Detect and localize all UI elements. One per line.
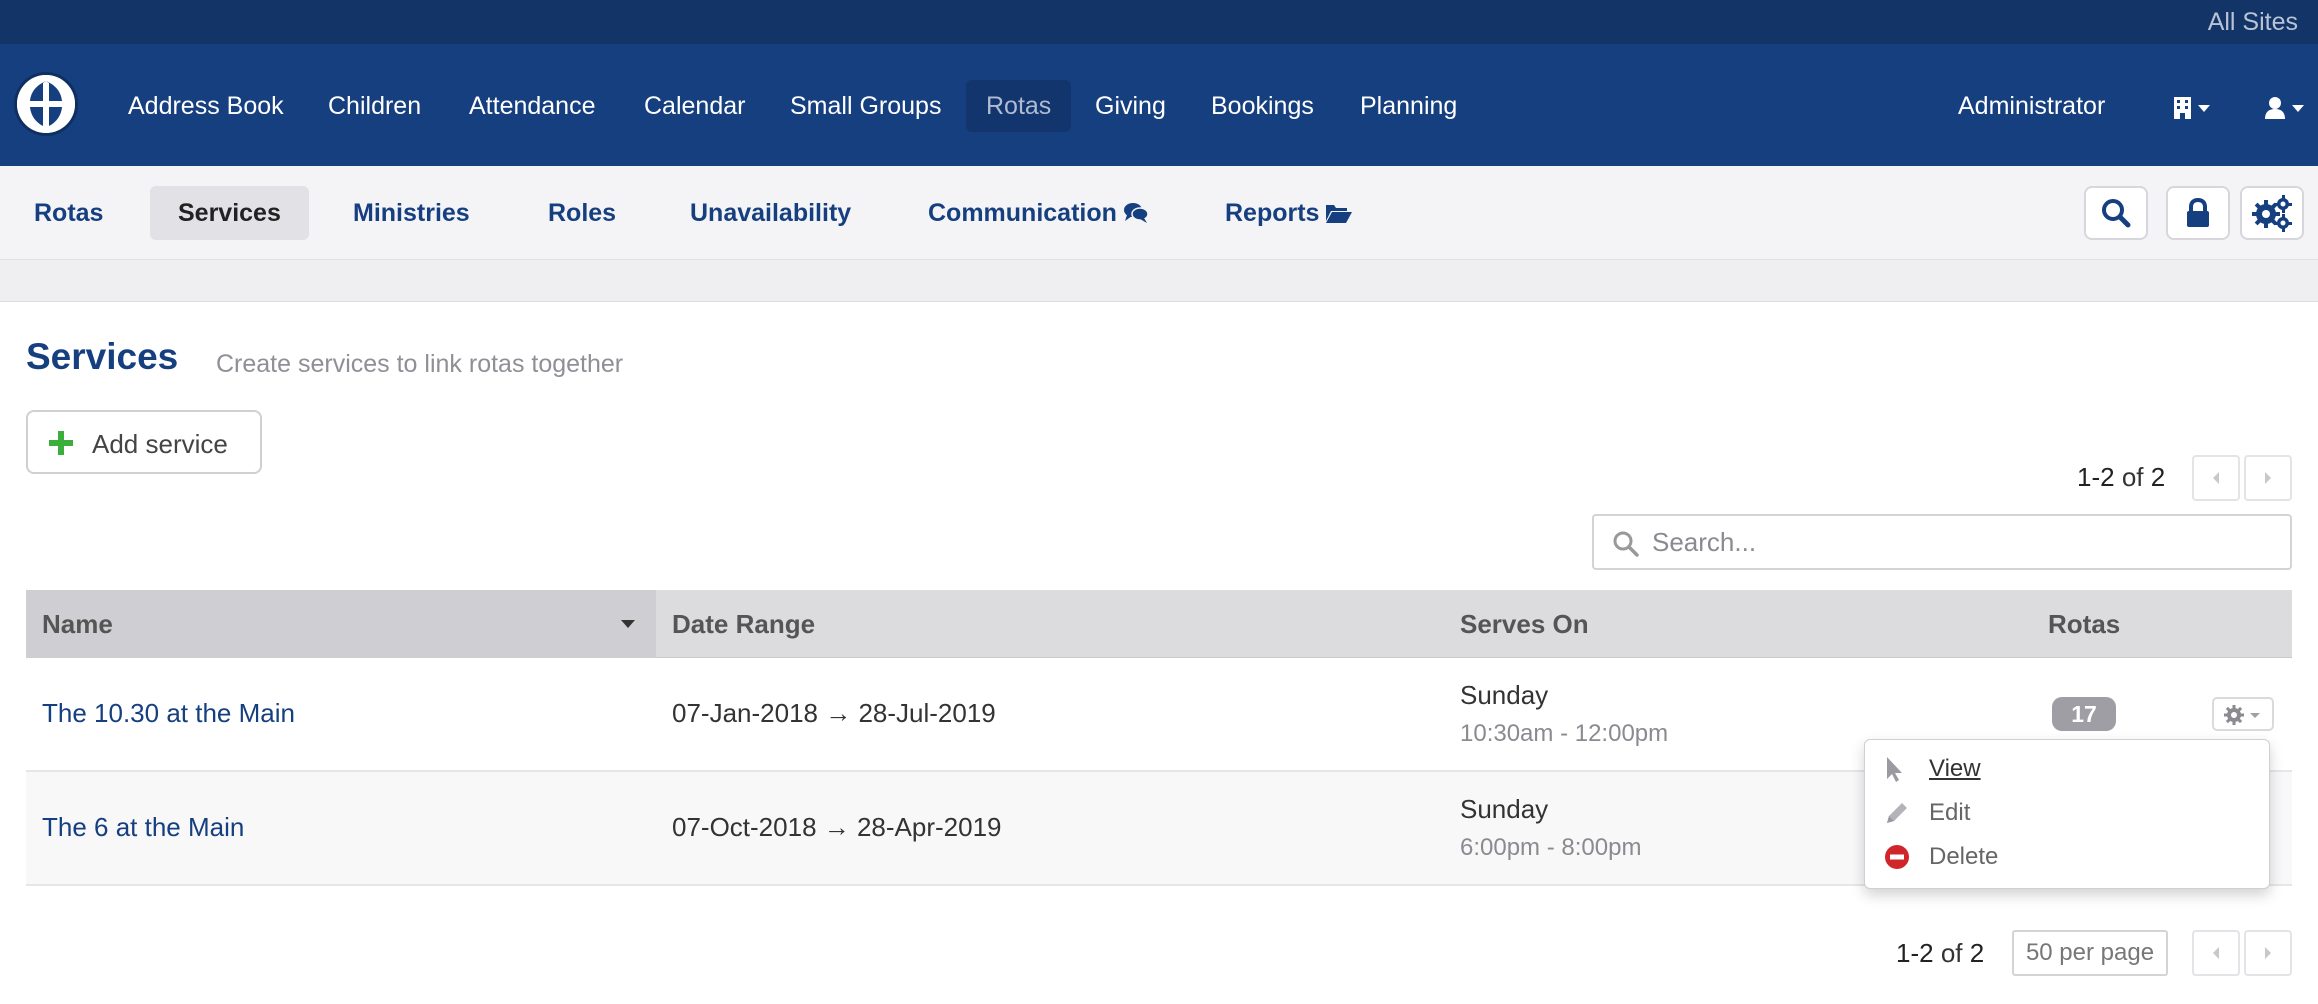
search-icon bbox=[2102, 199, 2131, 228]
per-page-select[interactable]: 50 per page bbox=[2012, 930, 2168, 976]
menu-item-delete[interactable]: Delete bbox=[1865, 837, 2269, 877]
minus-circle-icon bbox=[1885, 845, 1909, 869]
caret-right-icon bbox=[2265, 472, 2271, 484]
pager-top-next-button[interactable] bbox=[2244, 455, 2292, 501]
search-input[interactable] bbox=[1652, 522, 2272, 562]
pager-top-total: 2 bbox=[2150, 462, 2166, 492]
nav-giving[interactable]: Giving bbox=[1075, 80, 1186, 132]
gear-icon bbox=[2224, 705, 2260, 725]
subnav-roles[interactable]: Roles bbox=[520, 186, 644, 240]
sort-down-icon bbox=[621, 620, 635, 628]
plus-icon bbox=[49, 431, 73, 455]
all-sites-link[interactable]: All Sites bbox=[2208, 8, 2298, 37]
column-header-rotas[interactable]: Rotas bbox=[2048, 590, 2120, 658]
nav-bookings[interactable]: Bookings bbox=[1191, 80, 1334, 132]
comments-icon bbox=[1123, 203, 1149, 223]
subnav-reports[interactable]: Reports bbox=[1197, 186, 1381, 240]
pager-bottom-summary: 1-2 of 2 bbox=[1896, 938, 1984, 969]
subnav-communication[interactable]: Communication bbox=[900, 186, 1177, 240]
pencil-icon bbox=[1887, 803, 1907, 823]
subnav-reports-label: Reports bbox=[1225, 199, 1320, 227]
subnav-communication-label: Communication bbox=[928, 199, 1117, 227]
column-header-serves-on[interactable]: Serves On bbox=[1460, 590, 1589, 658]
pointer-icon bbox=[1887, 757, 1902, 782]
sub-navigation: Rotas Services Ministries Roles Unavaila… bbox=[0, 166, 2318, 260]
service-name-link[interactable]: The 6 at the Main bbox=[42, 812, 244, 843]
pager-bottom-range: 1-2 bbox=[1896, 938, 1934, 968]
serves-on-day: Sunday bbox=[1460, 794, 1549, 824]
pager-top-range: 1-2 bbox=[2077, 462, 2115, 492]
menu-item-edit[interactable]: Edit bbox=[1865, 793, 2269, 833]
lock-icon bbox=[2187, 198, 2209, 227]
cogs-icon bbox=[2252, 195, 2292, 232]
nav-small-groups[interactable]: Small Groups bbox=[770, 80, 961, 132]
pager-top-of: of bbox=[2121, 462, 2144, 492]
building-icon[interactable] bbox=[2172, 96, 2214, 120]
add-service-label: Add service bbox=[92, 429, 228, 459]
serves-on-day: Sunday bbox=[1460, 680, 1549, 710]
column-header-name[interactable]: Name bbox=[26, 590, 656, 658]
menu-item-edit-label: Edit bbox=[1929, 799, 1971, 826]
subnav-unavailability[interactable]: Unavailability bbox=[662, 186, 879, 240]
table-header: Name Date Range Serves On Rotas bbox=[26, 590, 2292, 658]
search-box bbox=[1592, 514, 2292, 570]
page-title: Services bbox=[26, 336, 179, 377]
nav-rotas[interactable]: Rotas bbox=[966, 80, 1072, 132]
column-header-name-label: Name bbox=[42, 609, 113, 639]
row-actions-dropdown: View Edit Delete bbox=[1864, 739, 2270, 889]
lock-button[interactable] bbox=[2166, 186, 2230, 240]
search-icon bbox=[1613, 531, 1639, 557]
user-icon[interactable] bbox=[2264, 96, 2308, 120]
row-actions-button[interactable] bbox=[2212, 697, 2274, 731]
caret-right-icon bbox=[2265, 947, 2271, 959]
user-name[interactable]: Administrator bbox=[1938, 80, 2125, 132]
serves-on-time: 10:30am - 12:00pm bbox=[1460, 720, 1669, 747]
subnav-services[interactable]: Services bbox=[150, 186, 309, 240]
pager-bottom-next-button[interactable] bbox=[2244, 930, 2292, 976]
grey-band bbox=[0, 260, 2318, 302]
date-range: 07-Oct-2018 → 28-Apr-2019 bbox=[672, 812, 1002, 842]
service-name-link[interactable]: The 10.30 at the Main bbox=[42, 698, 295, 729]
pager-top-summary: 1-2 of 2 bbox=[2077, 462, 2165, 493]
menu-item-delete-label: Delete bbox=[1929, 843, 1999, 870]
pager-top-prev-button[interactable] bbox=[2192, 455, 2240, 501]
caret-left-icon bbox=[2213, 472, 2219, 484]
subnav-ministries[interactable]: Ministries bbox=[325, 186, 498, 240]
caret-left-icon bbox=[2213, 947, 2219, 959]
settings-button[interactable] bbox=[2240, 186, 2304, 240]
column-header-date-range[interactable]: Date Range bbox=[672, 590, 815, 658]
nav-calendar[interactable]: Calendar bbox=[624, 80, 765, 132]
menu-item-view-label: View bbox=[1929, 755, 1981, 782]
search-button[interactable] bbox=[2084, 186, 2148, 240]
date-range: 07-Jan-2018 → 28-Jul-2019 bbox=[672, 698, 996, 728]
nav-attendance[interactable]: Attendance bbox=[449, 80, 616, 132]
pager-bottom-of: of bbox=[1940, 938, 1963, 968]
nav-address-book[interactable]: Address Book bbox=[108, 80, 304, 132]
main-navigation: Address Book Children Attendance Calenda… bbox=[0, 44, 2318, 166]
serves-on-time: 6:00pm - 8:00pm bbox=[1460, 834, 1642, 861]
pager-bottom-total: 2 bbox=[1969, 938, 1985, 968]
nav-children[interactable]: Children bbox=[308, 80, 441, 132]
logo-icon[interactable] bbox=[14, 72, 78, 136]
rotas-count-badge: 17 bbox=[2052, 697, 2116, 731]
folder-open-icon bbox=[1326, 205, 1353, 223]
subnav-rotas[interactable]: Rotas bbox=[6, 186, 131, 240]
add-service-button[interactable]: Add service bbox=[26, 410, 262, 474]
page-subtitle: Create services to link rotas together bbox=[216, 350, 624, 378]
top-strip: All Sites bbox=[0, 0, 2318, 44]
pager-bottom-prev-button[interactable] bbox=[2192, 930, 2240, 976]
nav-planning[interactable]: Planning bbox=[1340, 80, 1477, 132]
menu-item-view[interactable]: View bbox=[1865, 749, 2269, 789]
